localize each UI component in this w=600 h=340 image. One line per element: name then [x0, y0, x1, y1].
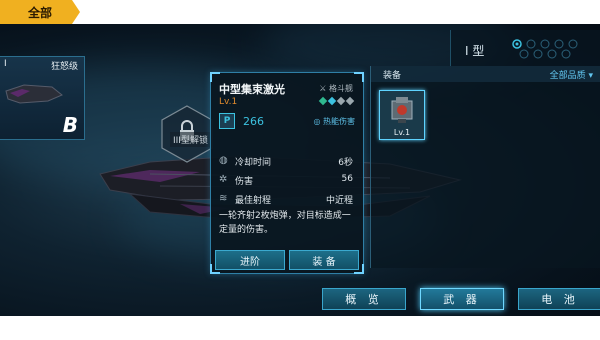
- type-hex-icons[interactable]: [511, 38, 597, 60]
- damage-type: ◎ 热能伤害: [313, 117, 355, 126]
- type-selector[interactable]: I 型: [450, 30, 600, 68]
- game-screen: III型解锁 I 狂怒级 B I 型 中型集束激光 ⚔ 格斗舰 Lv.1 P 2…: [0, 24, 600, 316]
- power-icon: P: [219, 113, 235, 129]
- ship-thumbnail: [5, 84, 63, 104]
- damage-icon: ✲: [219, 174, 228, 185]
- range-icon: ≋: [219, 193, 228, 204]
- equipment-header: 装备 全部品质 ▾: [371, 66, 600, 82]
- unlock-label: III型解锁: [170, 132, 211, 147]
- cooldown-icon: ◍: [219, 155, 228, 166]
- power-value: 266: [243, 114, 264, 128]
- weapon-level: Lv.1: [219, 97, 238, 107]
- laser-weapon-icon: [391, 97, 413, 123]
- tab-battery[interactable]: 电 池: [518, 288, 600, 310]
- ship-card[interactable]: I 狂怒级 B: [0, 56, 85, 140]
- weapon-detail-popup: 中型集束激光 ⚔ 格斗舰 Lv.1 P 266 ◎ 热能伤害 ◍ 冷却时间 6秒…: [210, 72, 364, 274]
- type-label: I 型: [465, 44, 485, 58]
- weapon-name: 中型集束激光: [219, 83, 285, 96]
- quality-filter[interactable]: 全部品质 ▾: [550, 68, 593, 81]
- gem-icons: [318, 96, 355, 106]
- equipment-panel: 装备 全部品质 ▾ Lv.1: [370, 66, 600, 268]
- tab-weapons[interactable]: 武 器: [420, 288, 504, 310]
- tab-all[interactable]: 全部: [0, 0, 80, 24]
- slot-level: Lv.1: [393, 128, 411, 137]
- stat-cooldown: ◍ 冷却时间 6秒: [219, 155, 353, 169]
- equipment-title: 装备: [383, 71, 402, 81]
- tab-overview[interactable]: 概 览: [322, 288, 406, 310]
- upgrade-button[interactable]: 进阶: [215, 250, 285, 270]
- ship-class-roman: I: [4, 59, 7, 69]
- ship-name: 狂怒级: [50, 62, 78, 72]
- weapon-power: P 266: [219, 113, 264, 129]
- weapon-ship-class: ⚔ 格斗舰: [319, 84, 353, 93]
- stat-range: ≋ 最佳射程 中近程: [219, 193, 353, 207]
- equipment-slot[interactable]: Lv.1: [379, 90, 425, 140]
- stat-damage: ✲ 伤害 56: [219, 174, 353, 187]
- equip-button[interactable]: 装 备: [289, 250, 359, 270]
- ship-grade: B: [62, 113, 78, 137]
- weapon-description: 一轮齐射2枚炮弹，对目标造成一定量的伤害。: [219, 211, 351, 235]
